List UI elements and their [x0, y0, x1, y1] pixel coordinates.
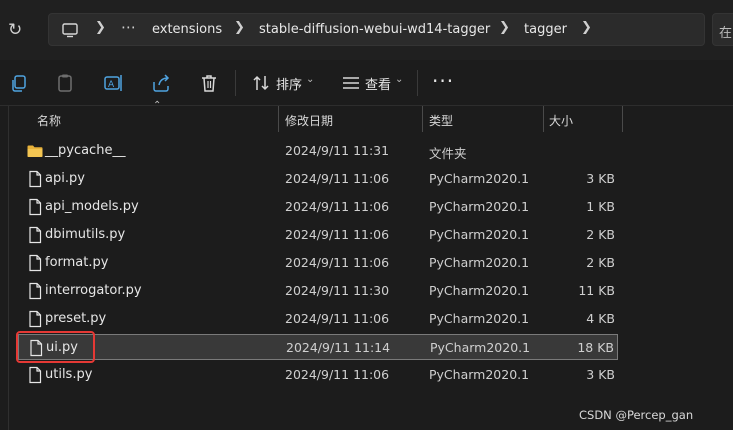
more-options-button[interactable]: ···	[432, 69, 454, 93]
search-box[interactable]: 在	[712, 13, 733, 46]
column-name[interactable]: 名称	[37, 112, 61, 129]
file-size: 18 KB	[577, 340, 614, 355]
file-row[interactable]: api.py 2024/9/11 11:06 PyCharm2020.1 3 KB	[18, 166, 618, 192]
file-icon	[26, 282, 44, 300]
file-list: ⌃ 名称 修改日期 类型 大小 __pycache__ 2024/9/11 11:…	[8, 100, 733, 430]
file-size: 1 KB	[586, 199, 615, 214]
file-row[interactable]: ui.py 2024/9/11 11:14 PyCharm2020.1 18 KB	[18, 334, 618, 360]
column-type[interactable]: 类型	[429, 112, 453, 129]
file-row[interactable]: interrogator.py 2024/9/11 11:30 PyCharm202…	[18, 278, 618, 304]
file-size: 3 KB	[586, 367, 615, 382]
column-modified[interactable]: 修改日期	[285, 112, 333, 129]
view-button[interactable]: 查看	[365, 74, 391, 93]
file-icon	[26, 310, 44, 328]
file-modified-date: 2024/9/11 11:06	[285, 367, 390, 382]
file-type: PyCharm2020.1	[429, 283, 530, 298]
highlight-box	[16, 331, 95, 363]
crumb-wd14-tagger[interactable]: stable-diffusion-webui-wd14-tagger	[259, 22, 490, 37]
column-divider[interactable]	[422, 106, 423, 132]
file-row[interactable]: format.py 2024/9/11 11:06 PyCharm2020.1 2 K…	[18, 250, 618, 276]
column-divider[interactable]	[278, 106, 279, 132]
file-name: interrogator.py	[45, 283, 142, 298]
file-icon	[26, 170, 44, 188]
command-bar: A 排序 ⌄ 查看 ⌄ ···	[0, 60, 733, 106]
share-icon[interactable]	[150, 72, 172, 94]
file-row[interactable]: dbimutils.py 2024/9/11 11:06 PyCharm2020.1…	[18, 222, 618, 248]
file-row[interactable]: api_models.py 2024/9/11 11:06 PyCharm2020.…	[18, 194, 618, 220]
file-modified-date: 2024/9/11 11:31	[285, 143, 390, 158]
file-type: 文件夹	[429, 146, 467, 161]
file-size: 2 KB	[586, 227, 615, 242]
file-size: 4 KB	[586, 311, 615, 326]
chevron-right-icon[interactable]: ❯	[499, 20, 510, 35]
chevron-right-icon[interactable]: ❯	[234, 20, 245, 35]
crumb-tagger[interactable]: tagger	[524, 22, 567, 37]
file-modified-date: 2024/9/11 11:06	[285, 199, 390, 214]
view-icon[interactable]	[340, 72, 362, 94]
crumb-extensions[interactable]: extensions	[152, 22, 222, 37]
sort-icon[interactable]	[250, 72, 272, 94]
column-size[interactable]: 大小	[549, 112, 573, 129]
search-placeholder: 在	[719, 26, 733, 41]
column-divider[interactable]	[622, 106, 623, 132]
file-modified-date: 2024/9/11 11:14	[286, 340, 391, 355]
file-modified-date: 2024/9/11 11:06	[285, 171, 390, 186]
file-row[interactable]: preset.py 2024/9/11 11:06 PyCharm2020.1 4 K…	[18, 306, 618, 332]
file-name: utils.py	[45, 367, 93, 382]
toolbar-divider	[235, 70, 236, 96]
hidden-crumbs-button[interactable]: ⋯	[121, 18, 137, 36]
file-row[interactable]: __pycache__ 2024/9/11 11:31 文件夹	[18, 138, 618, 164]
file-type: PyCharm2020.1	[429, 311, 530, 326]
chevron-down-icon[interactable]: ⌄	[395, 74, 403, 85]
file-modified-date: 2024/9/11 11:30	[285, 283, 390, 298]
file-size: 11 KB	[578, 283, 615, 298]
file-row[interactable]: utils.py 2024/9/11 11:06 PyCharm2020.1 3 KB	[18, 362, 618, 388]
file-type: PyCharm2020.1	[430, 340, 531, 355]
file-type: PyCharm2020.1	[429, 367, 530, 382]
file-modified-date: 2024/9/11 11:06	[285, 311, 390, 326]
watermark: CSDN @Percep_gan	[579, 408, 694, 422]
chevron-down-icon[interactable]: ⌄	[306, 74, 314, 85]
file-name: __pycache__	[45, 143, 126, 158]
file-name: preset.py	[45, 311, 107, 326]
file-name: api_models.py	[45, 199, 139, 214]
file-type: PyCharm2020.1	[429, 171, 530, 186]
file-icon	[26, 198, 44, 216]
breadcrumb[interactable]: ❯ ⋯ extensions ❯ stable-diffusion-webui-…	[48, 13, 705, 46]
file-type: PyCharm2020.1	[429, 199, 530, 214]
toolbar-divider	[417, 70, 418, 96]
file-modified-date: 2024/9/11 11:06	[285, 227, 390, 242]
file-size: 3 KB	[586, 171, 615, 186]
column-divider[interactable]	[543, 106, 544, 132]
copy-icon[interactable]	[8, 72, 30, 94]
file-icon	[26, 366, 44, 384]
paste-icon[interactable]	[54, 72, 76, 94]
file-name: dbimutils.py	[45, 227, 126, 242]
file-icon	[26, 254, 44, 272]
file-name: api.py	[45, 171, 85, 186]
this-pc-icon[interactable]	[61, 21, 79, 39]
pane-divider	[8, 106, 9, 430]
address-bar: ↻ ❯ ⋯ extensions ❯ stable-diffusion-webu…	[0, 0, 733, 60]
rename-icon[interactable]: A	[102, 72, 124, 94]
file-type: PyCharm2020.1	[429, 255, 530, 270]
folder-icon	[26, 142, 44, 160]
svg-text:A: A	[108, 80, 115, 90]
delete-icon[interactable]	[198, 72, 220, 94]
file-type: PyCharm2020.1	[429, 227, 530, 242]
file-modified-date: 2024/9/11 11:06	[285, 255, 390, 270]
chevron-right-icon[interactable]: ❯	[95, 20, 106, 35]
chevron-right-icon[interactable]: ❯	[581, 20, 592, 35]
sort-button[interactable]: 排序	[276, 74, 302, 93]
refresh-icon[interactable]: ↻	[8, 20, 28, 40]
column-header: 名称 修改日期 类型 大小	[8, 106, 733, 132]
file-name: format.py	[45, 255, 109, 270]
file-icon	[26, 226, 44, 244]
file-size: 2 KB	[586, 255, 615, 270]
